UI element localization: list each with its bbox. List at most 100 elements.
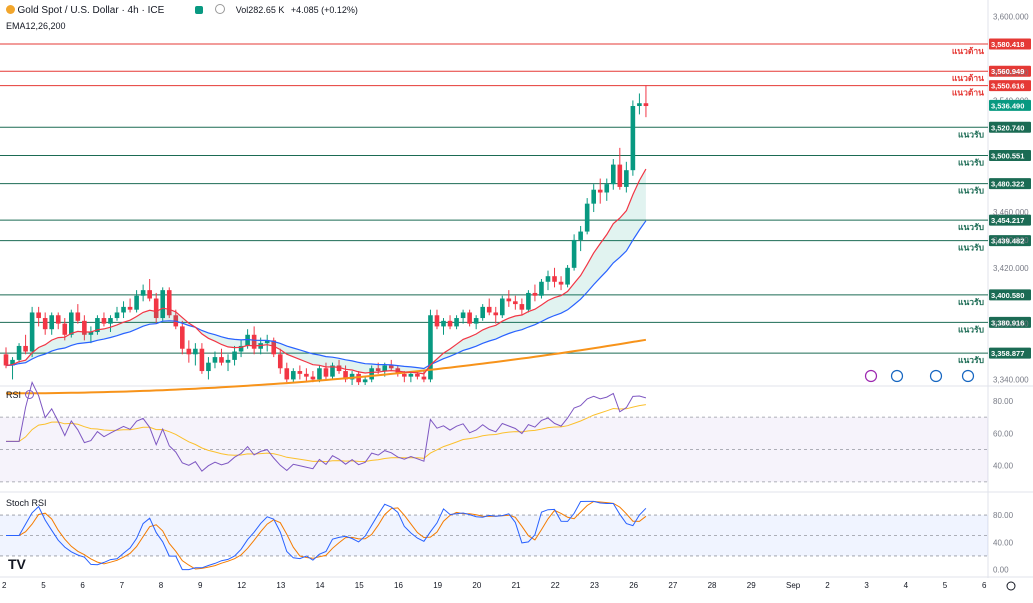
candle-body [506,298,512,302]
stoch-tick-label: 0.00 [993,566,1009,575]
support-text: แนวรับ [958,129,984,139]
support-text: แนวรับ [958,297,984,307]
candle-body [610,164,616,185]
time-tick-label: 4 [904,581,909,590]
level-price-label: 3,520.740 [991,123,1024,132]
candle-body [460,312,466,319]
candle-body [624,170,629,187]
time-tick-label: 2 [825,581,830,590]
eye-icon[interactable] [215,4,226,14]
settings-icon[interactable] [1006,581,1016,591]
chart-canvas: 3,600.0003,560.0003,540.0003,460.0003,44… [0,0,1033,591]
support-text: แนวรับ [958,355,984,365]
candle-body [584,203,590,232]
time-tick-label: Sep [786,581,801,590]
flag-icon[interactable] [961,369,975,383]
candle-body [402,373,407,377]
candle-body [180,326,185,349]
support-text: แนวรับ [958,157,984,167]
lightning-icon[interactable] [864,369,878,383]
time-tick-label: 14 [316,581,325,590]
candle-body [571,239,577,268]
candle-body [630,106,636,171]
candle-body [447,320,453,327]
price-change: +4.085 (+0.12%) [290,5,358,15]
time-tick-label: 29 [747,581,756,590]
candle-body [232,351,237,360]
candle-body [323,368,329,377]
candle-body [62,323,68,335]
candle-body [513,301,518,305]
candle-body [565,267,570,285]
candle-body [186,348,192,355]
candle-body [415,373,420,377]
candle-body [16,345,22,360]
chart-root: 3,600.0003,560.0003,540.0003,460.0003,44… [0,0,1033,598]
flag-icon[interactable] [890,369,904,383]
candle-body [441,320,446,327]
flag-icon[interactable] [929,369,943,383]
rsi-title[interactable]: RSI [6,390,35,400]
stoch-title[interactable]: Stoch RSI [6,498,47,508]
support-text: แนวรับ [958,186,984,196]
support-text: แนวรับ [958,222,984,232]
candle-body [23,345,28,352]
settings-icon[interactable] [25,390,35,399]
candle-body [193,348,198,355]
time-tick-label: 5 [41,581,46,590]
candle-body [212,357,218,363]
level-price-label: 3,380.916 [991,318,1024,327]
candle-body [480,306,485,319]
symbol-title[interactable]: Gold Spot / U.S. Dollar · 4h · ICE [18,5,165,16]
level-price-label: 3,580.418 [991,40,1024,49]
rsi-tick-label: 80.00 [993,397,1014,406]
candle-body [75,312,81,321]
time-tick-label: 6 [982,581,987,590]
tradingview-logo-icon: TV [8,556,26,572]
time-tick-label: 21 [512,581,521,590]
level-price-label: 3,454.217 [991,216,1024,225]
volume-label: Vol [235,5,249,15]
support-text: แนวรับ [958,243,984,253]
candle-body [277,354,283,369]
candle-body [408,373,414,377]
level-price-label: 3,560.949 [991,67,1024,76]
price-tick-label: 3,600.000 [993,13,1029,22]
time-tick-label: 23 [590,581,599,590]
time-tick-label: 7 [120,581,125,590]
time-tick-label: 28 [708,581,717,590]
candle-body [134,295,139,310]
candle-body [499,298,505,316]
level-price-label: 3,550.616 [991,82,1024,91]
candle-body [467,312,472,324]
candle-body [69,312,74,335]
candle-body [604,184,610,193]
time-tick-label: 15 [355,581,364,590]
candle-body [206,362,211,372]
time-tick-label: 19 [433,581,442,590]
rsi-tick-label: 40.00 [993,462,1014,471]
chart-header: Gold Spot / U.S. Dollar · 4h · ICE Vol28… [6,4,358,16]
ema-cloud [6,169,646,374]
candle-body [36,312,41,319]
time-tick-label: 8 [159,581,164,590]
indicator-label[interactable]: EMA12,26,200 [6,21,66,31]
current-price-label: 3,536.490 [991,101,1024,110]
candle-body [473,318,479,324]
candle-body [454,318,459,327]
time-tick-label: 2 [2,581,7,590]
candle-body [552,276,557,282]
time-tick-label: 27 [668,581,677,590]
time-tick-label: 3 [864,581,869,590]
ema12-line [5,168,647,375]
candle-body [199,348,205,372]
candle-body [55,315,61,324]
candle-body [219,357,224,363]
level-price-label: 3,500.551 [991,151,1024,160]
stoch-tick-label: 40.00 [993,538,1014,547]
candle-body [42,318,48,330]
candle-body [114,312,120,319]
level-price-label: 3,400.580 [991,291,1024,300]
gold-icon [6,5,15,14]
resistance-text: แนวต้าน [952,88,984,98]
